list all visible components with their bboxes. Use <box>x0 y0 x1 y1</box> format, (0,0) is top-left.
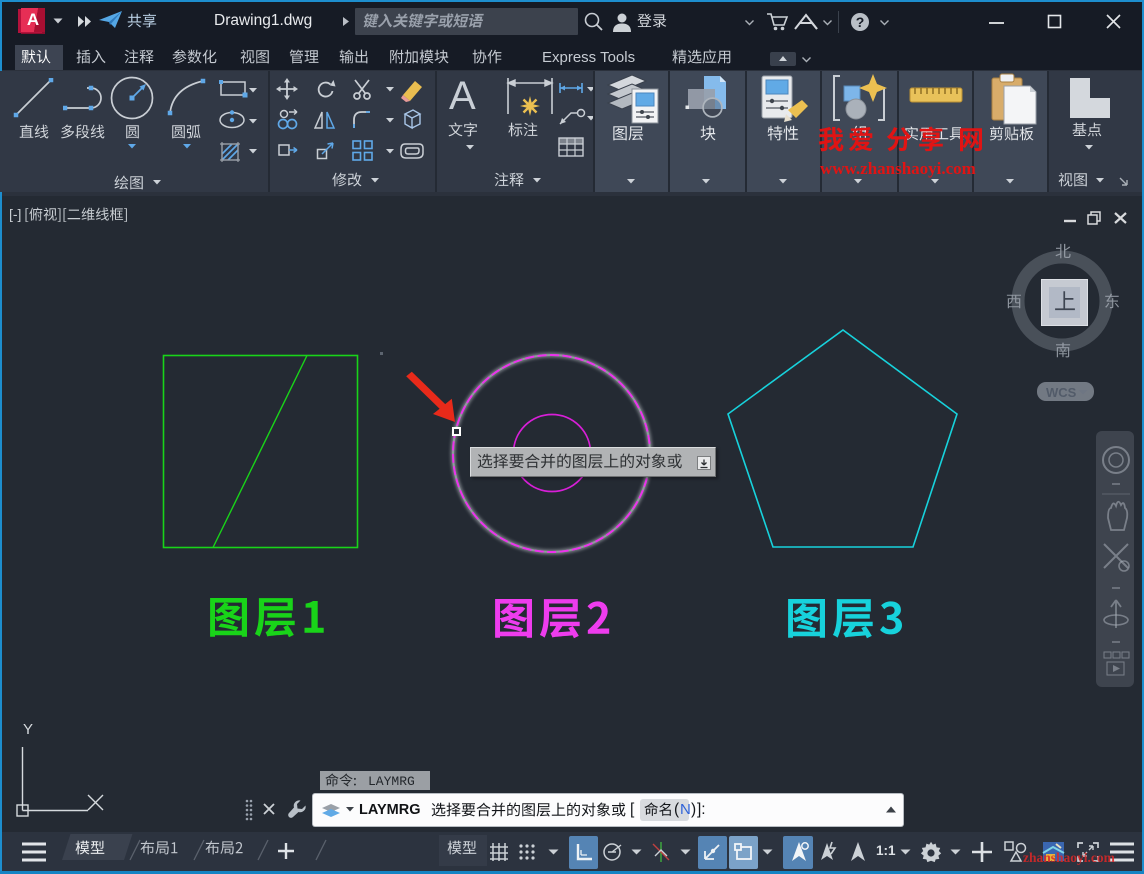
svg-text:?: ? <box>856 14 865 30</box>
svg-text:Y: Y <box>23 721 33 738</box>
